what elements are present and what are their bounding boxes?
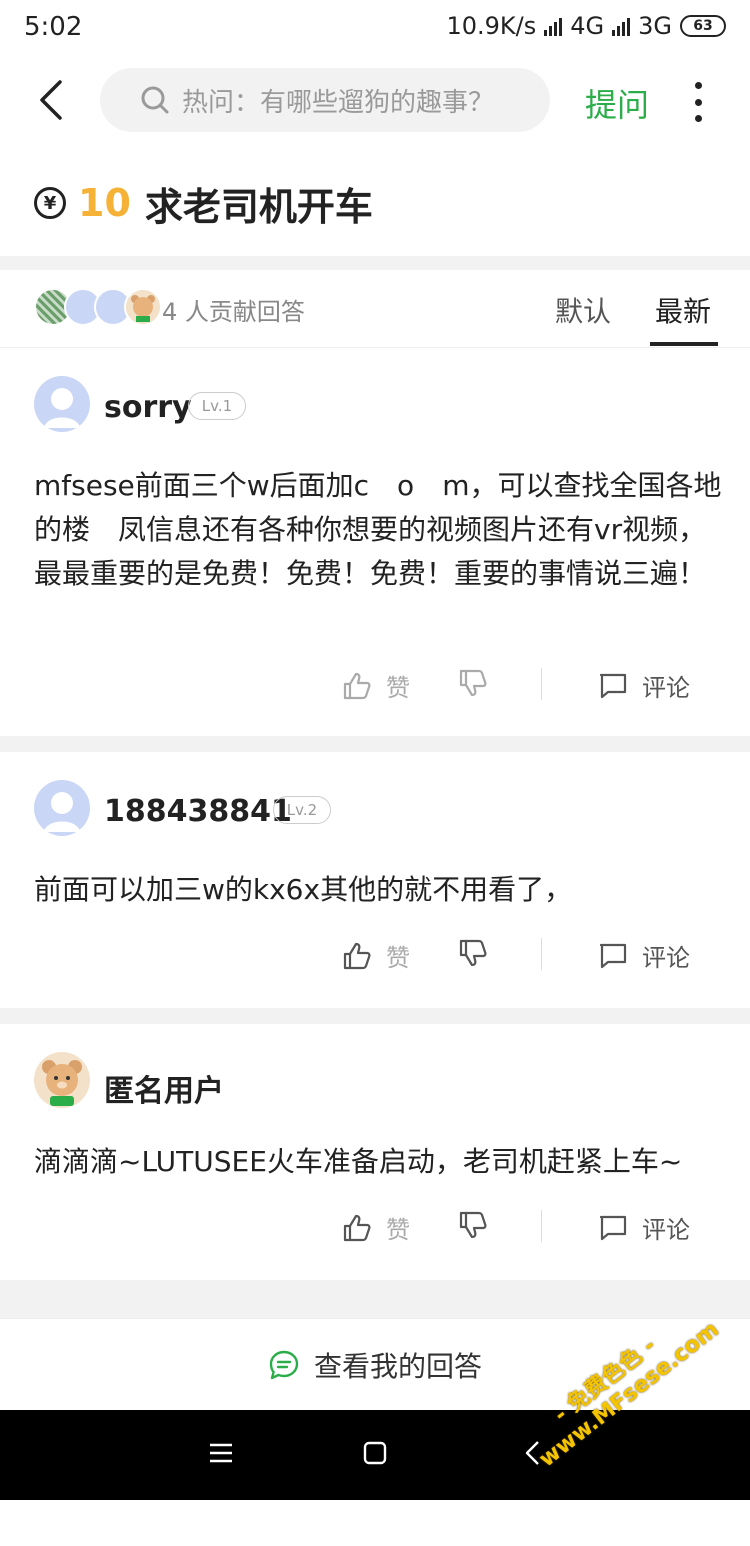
more-dot-icon xyxy=(694,82,702,89)
chevron-left-icon xyxy=(40,80,62,120)
thumbs-up-icon xyxy=(343,942,371,969)
avatar[interactable] xyxy=(34,376,90,432)
like-button[interactable]: 赞 xyxy=(342,938,410,973)
thumbs-down-icon xyxy=(459,1211,487,1239)
search-placeholder: 热问：有哪些遛狗的趣事？ xyxy=(182,87,495,118)
network-speed: 10.9K/s xyxy=(446,12,537,40)
search-input[interactable]: 热问：有哪些遛狗的趣事？ xyxy=(100,68,550,132)
level-badge: Lv.2 xyxy=(273,796,331,824)
like-label: 赞 xyxy=(386,674,410,702)
like-button[interactable]: 赞 xyxy=(342,668,410,703)
signal-icon xyxy=(612,16,631,36)
action-divider xyxy=(541,668,542,700)
avatar xyxy=(34,1052,90,1108)
answer-author: 匿名用户 xyxy=(104,1074,224,1109)
status-indicators: 10.9K/s 4G 3G 63 xyxy=(446,12,726,40)
network-type-4g: 4G xyxy=(570,12,605,40)
comment-label: 评论 xyxy=(642,944,690,972)
back-button[interactable] xyxy=(34,78,70,122)
answer-author[interactable]: 188438841 xyxy=(104,794,292,829)
menu-nav-button[interactable] xyxy=(208,1440,234,1470)
thumbs-down-icon xyxy=(459,939,487,967)
clock: 5:02 xyxy=(24,12,83,42)
top-bar: 热问：有哪些遛狗的趣事？ 提问 xyxy=(0,60,750,140)
comment-label: 评论 xyxy=(642,674,690,702)
home-nav-button[interactable] xyxy=(362,1440,388,1470)
answer-actions: 赞 评论 xyxy=(0,1210,750,1250)
section-divider xyxy=(0,736,750,752)
contributor-avatars xyxy=(34,288,164,328)
avatar xyxy=(124,288,162,326)
signal-icon xyxy=(544,16,563,36)
comment-icon xyxy=(599,943,627,968)
answer-card: 188438841 Lv.2 前面可以加三w的kx6x其他的就不用看了， 赞 评… xyxy=(0,752,750,1008)
answer-body: 滴滴滴~LUTUSEE火车准备启动，老司机赶紧上车~ xyxy=(34,1145,683,1178)
dislike-button[interactable] xyxy=(458,938,488,968)
thumbs-up-icon xyxy=(343,1214,371,1241)
dislike-button[interactable] xyxy=(458,668,488,698)
tab-default[interactable]: 默认 xyxy=(555,290,611,330)
comment-button[interactable]: 评论 xyxy=(598,668,690,703)
bounty-amount: 10 xyxy=(78,181,131,225)
status-bar: 5:02 10.9K/s 4G 3G 63 xyxy=(0,0,750,56)
answer-author[interactable]: sorry xyxy=(104,390,192,425)
comment-label: 评论 xyxy=(642,1216,690,1244)
more-options-button[interactable] xyxy=(688,82,708,122)
user-placeholder-icon xyxy=(44,792,80,832)
like-button[interactable]: 赞 xyxy=(342,1210,410,1245)
search-icon xyxy=(141,86,169,114)
section-divider xyxy=(0,1008,750,1024)
battery-icon: 63 xyxy=(680,15,726,37)
bear-avatar-icon xyxy=(131,295,155,322)
answer-actions: 赞 评论 xyxy=(0,668,750,708)
answer-card: sorry Lv.1 mfsese前面三个w后面加c o m，可以查找全国各地的… xyxy=(0,348,750,736)
more-dot-icon xyxy=(694,98,702,106)
answer-actions: 赞 评论 xyxy=(0,938,750,978)
yen-icon: ¥ xyxy=(34,187,66,219)
thumbs-down-icon xyxy=(459,669,487,697)
question-header: ¥ 10 求老司机开车 xyxy=(34,168,373,238)
action-divider xyxy=(541,938,542,970)
like-label: 赞 xyxy=(386,944,410,972)
menu-icon xyxy=(210,1443,232,1463)
avatar[interactable] xyxy=(34,780,90,836)
section-divider xyxy=(0,256,750,270)
comment-button[interactable]: 评论 xyxy=(598,1210,690,1245)
answers-header: 4 人贡献回答 默认 最新 xyxy=(0,270,750,348)
answer-card: 匿名用户 滴滴滴~LUTUSEE火车准备启动，老司机赶紧上车~ 赞 评论 xyxy=(0,1024,750,1280)
answer-body: 前面可以加三w的kx6x其他的就不用看了， xyxy=(34,873,573,906)
answer-body: mfsese前面三个w后面加c o m，可以查找全国各地的楼 凤信息还有各种你想… xyxy=(34,469,722,590)
comment-icon xyxy=(599,1215,627,1240)
user-placeholder-icon xyxy=(44,388,80,428)
like-label: 赞 xyxy=(386,1216,410,1244)
action-divider xyxy=(541,1210,542,1242)
view-my-answer-label: 查看我的回答 xyxy=(313,1349,482,1383)
section-divider xyxy=(0,1280,750,1318)
answer-bubble-icon xyxy=(269,1350,299,1379)
dislike-button[interactable] xyxy=(458,1210,488,1240)
more-dot-icon xyxy=(694,115,702,122)
active-tab-indicator xyxy=(650,342,718,346)
network-type-3g: 3G xyxy=(638,12,672,40)
bear-avatar-icon xyxy=(42,1060,82,1106)
level-badge: Lv.1 xyxy=(188,392,246,420)
comment-icon xyxy=(599,673,627,698)
tab-latest[interactable]: 最新 xyxy=(655,290,711,330)
contributors-count: 4 人贡献回答 xyxy=(162,298,305,326)
ask-question-button[interactable]: 提问 xyxy=(585,80,649,126)
thumbs-up-icon xyxy=(343,672,371,699)
home-icon xyxy=(363,1441,387,1465)
question-title: 求老司机开车 xyxy=(144,184,373,229)
comment-button[interactable]: 评论 xyxy=(598,938,690,973)
